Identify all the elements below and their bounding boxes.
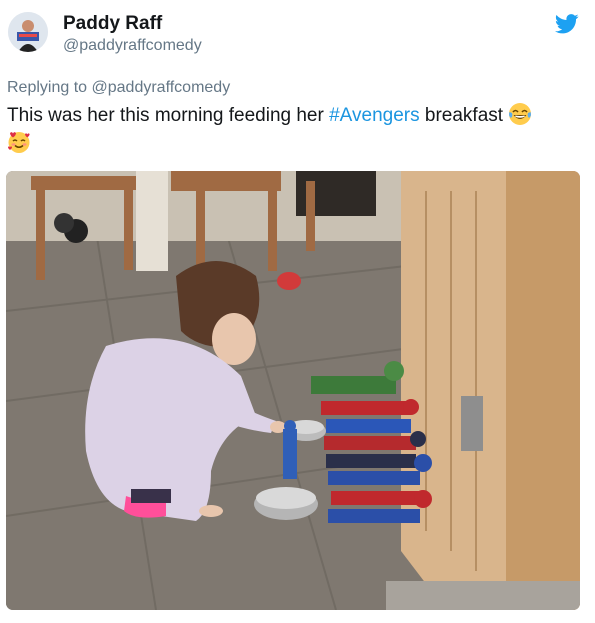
tweet-header: Paddy Raff @paddyraffcomedy <box>0 0 595 70</box>
smiling-face-with-hearts-icon <box>8 132 30 153</box>
reply-prefix: Replying to <box>7 79 88 96</box>
tweet-text-after: breakfast <box>419 105 504 126</box>
display-name[interactable]: Paddy Raff <box>63 13 162 35</box>
profile-avatar[interactable] <box>8 12 48 52</box>
reply-mention[interactable]: @paddyraffcomedy <box>92 79 231 96</box>
hashtag-link[interactable]: #Avengers <box>329 105 420 126</box>
face-with-tears-of-joy-icon <box>509 103 532 125</box>
twitter-bird-icon[interactable] <box>555 14 579 34</box>
user-handle[interactable]: @paddyraffcomedy <box>63 37 202 55</box>
tweet-photo[interactable] <box>6 171 580 610</box>
tweet-text: This was her this morning feeding her #A… <box>7 102 582 158</box>
tweet-text-before: This was her this morning feeding her <box>7 105 330 126</box>
reply-context: Replying to @paddyraffcomedy <box>7 79 230 97</box>
